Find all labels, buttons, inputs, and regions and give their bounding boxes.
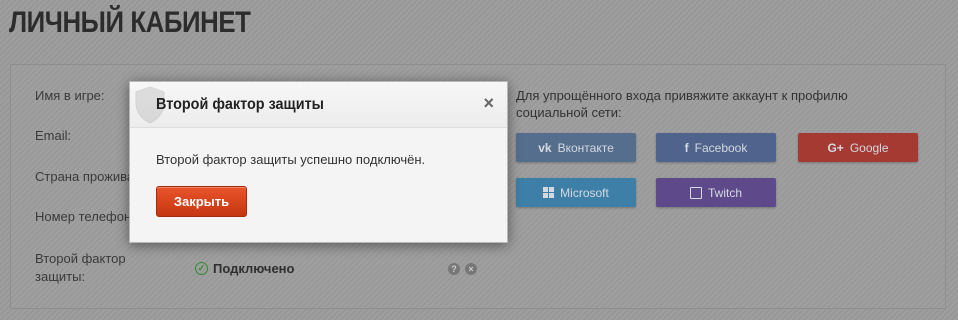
- check-circle-icon: ✓: [195, 262, 208, 275]
- twitch-button[interactable]: Twitch: [656, 178, 776, 207]
- microsoft-button[interactable]: Microsoft: [516, 178, 636, 207]
- facebook-button[interactable]: f Facebook: [656, 133, 776, 162]
- page-title: ЛИЧНЫЙ КАБИНЕТ: [9, 6, 251, 39]
- close-icon[interactable]: ×: [483, 93, 494, 114]
- vk-icon: vk: [538, 140, 552, 155]
- modal-header: Второй фактор защиты ×: [130, 82, 507, 128]
- facebook-button-label: Facebook: [694, 140, 748, 155]
- windows-icon: [543, 187, 555, 198]
- microsoft-button-label: Microsoft: [560, 185, 609, 200]
- email-label: Email:: [35, 128, 72, 143]
- twitch-button-label: Twitch: [707, 185, 742, 200]
- help-icon[interactable]: ?: [448, 263, 460, 275]
- modal-title: Второй фактор защиты: [156, 96, 324, 113]
- country-label: Страна прожива: [35, 169, 135, 184]
- facebook-icon: f: [684, 140, 689, 155]
- google-button-label: Google: [849, 140, 889, 155]
- disable-two-factor-icon[interactable]: ×: [465, 263, 477, 275]
- two-factor-label-line1: Второй фактор: [35, 251, 126, 266]
- close-button[interactable]: Закрыть: [156, 186, 247, 217]
- two-factor-label-line2: защиты:: [35, 269, 86, 284]
- two-factor-status: ✓ Подключено: [195, 261, 294, 276]
- vk-button[interactable]: vk Вконтакте: [516, 133, 636, 162]
- name-label: Имя в игре:: [35, 88, 105, 103]
- social-intro: Для упрощённого входа привяжите аккаунт …: [516, 88, 848, 120]
- google-plus-icon: G+: [827, 140, 844, 155]
- modal-message: Второй фактор защиты успешно подключён.: [156, 152, 426, 167]
- google-button[interactable]: G+ Google: [798, 133, 918, 162]
- twitch-icon: [689, 186, 702, 199]
- two-factor-status-text: Подключено: [213, 261, 295, 276]
- phone-label: Номер телефона: [35, 209, 139, 224]
- two-factor-label: Второй фактор защиты:: [35, 250, 126, 286]
- vk-button-label: Вконтакте: [557, 140, 614, 155]
- two-factor-modal: Второй фактор защиты × Второй фактор защ…: [129, 81, 508, 243]
